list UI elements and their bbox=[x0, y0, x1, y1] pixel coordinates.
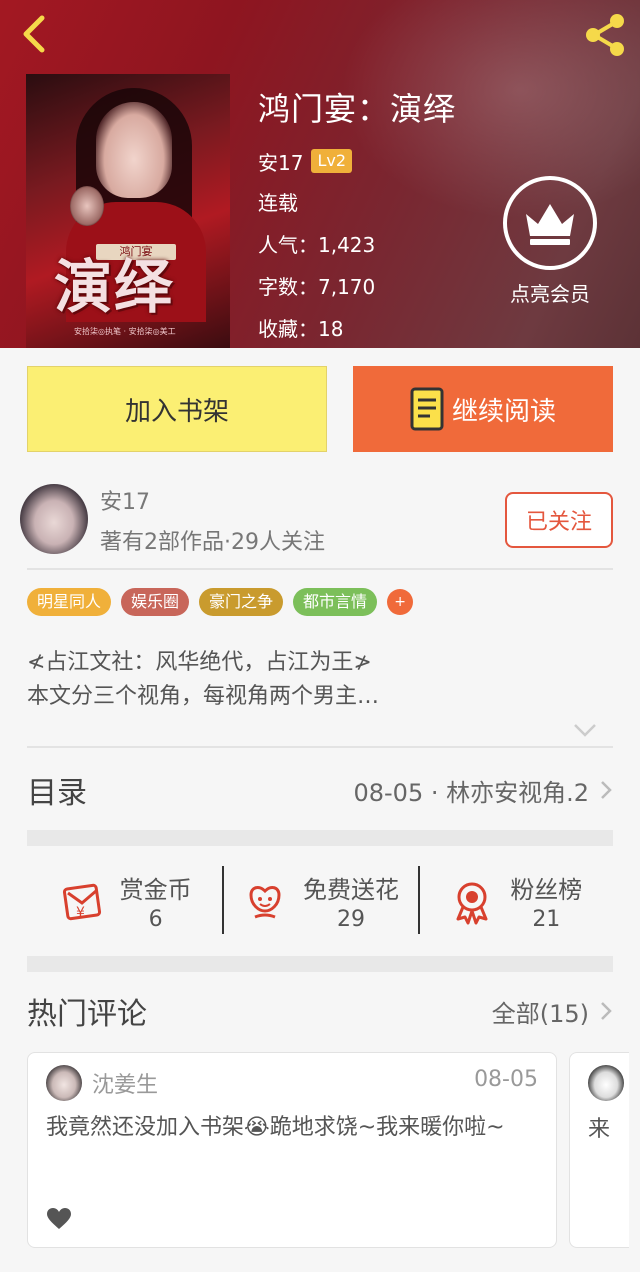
comment-date: 08-05 bbox=[474, 1067, 538, 1092]
popularity-count: 人气：1,423 bbox=[258, 233, 376, 257]
comment-text: 我竟然还没加入书架😭跪地求饶~我来暖你啦~ bbox=[46, 1115, 505, 1140]
author-name-link[interactable]: 安17 bbox=[258, 147, 303, 176]
continue-reading-label: 继续阅读 bbox=[451, 396, 556, 427]
section-separator bbox=[27, 956, 613, 972]
book-status: 连载 bbox=[258, 191, 298, 215]
book-title: 鸿门宴：演绎 bbox=[258, 90, 457, 128]
crown-badge bbox=[503, 176, 597, 270]
reward-coins-button[interactable]: ¥ 赏金币 6 bbox=[27, 846, 222, 956]
hot-comments-header: 热门评论 全部(15) bbox=[27, 986, 613, 1036]
tag-item[interactable]: 都市言情 bbox=[293, 588, 378, 616]
divider bbox=[27, 746, 613, 748]
author-stats: 著有2部作品·29人关注 bbox=[100, 530, 325, 555]
medal-icon bbox=[456, 882, 488, 925]
author-avatar[interactable] bbox=[20, 484, 88, 554]
table-of-contents-row[interactable]: 目录 08-05 · 林亦安视角.2 bbox=[27, 762, 613, 818]
tag-item[interactable]: 娱乐圈 bbox=[121, 588, 190, 616]
cover-small-face bbox=[70, 186, 104, 226]
stat-label: 粉丝榜 bbox=[510, 876, 583, 904]
add-to-shelf-button[interactable]: 加入书架 bbox=[27, 366, 327, 452]
tag-item[interactable]: 明星同人 bbox=[27, 588, 112, 616]
vip-button[interactable]: 点亮会员 bbox=[503, 176, 597, 307]
free-flower-button[interactable]: 免费送花 29 bbox=[222, 846, 417, 956]
red-envelope-icon: ¥ bbox=[62, 883, 101, 921]
favorites-count: 收藏：18 bbox=[258, 317, 344, 341]
tag-list: 明星同人 娱乐圈 豪门之争 都市言情 + bbox=[27, 588, 414, 616]
more-tags-button[interactable]: + bbox=[387, 589, 414, 615]
description-line: ≮占江文社：风华绝代，占江为王≯ bbox=[27, 650, 372, 675]
chevron-right-icon bbox=[601, 1002, 612, 1020]
divider bbox=[27, 568, 613, 570]
stat-label: 赏金币 bbox=[119, 876, 192, 904]
book-description[interactable]: ≮占江文社：风华绝代，占江为王≯ 本文分三个视角，每视角两个男主… bbox=[27, 646, 617, 714]
expand-chevron-icon[interactable] bbox=[572, 720, 598, 740]
all-comments-link[interactable]: 全部(15) bbox=[492, 994, 613, 1029]
reward-stats: ¥ 赏金币 6 免费送花 29 粉丝榜 21 bbox=[27, 846, 613, 956]
author-row: 安17 Lv2 bbox=[258, 146, 456, 176]
word-count: 字数：7,170 bbox=[258, 275, 376, 299]
crown-icon bbox=[526, 204, 574, 245]
all-comments-label: 全部(15) bbox=[491, 999, 589, 1028]
back-arrow-icon bbox=[23, 15, 45, 53]
commenter-name: 沈姜生 bbox=[92, 1073, 159, 1098]
author-card[interactable]: 安17 著有2部作品·29人关注 已关注 bbox=[0, 474, 640, 568]
fans-ranking-button[interactable]: 粉丝榜 21 bbox=[417, 846, 613, 956]
hot-comments-title: 热门评论 bbox=[27, 997, 147, 1032]
stat-value: 6 bbox=[148, 907, 163, 932]
share-button[interactable] bbox=[582, 12, 628, 58]
stat-value: 29 bbox=[336, 907, 365, 932]
commenter-avatar[interactable] bbox=[46, 1065, 82, 1101]
comment-text: 来 bbox=[588, 1117, 611, 1142]
description-line: 本文分三个视角，每视角两个男主… bbox=[27, 684, 380, 709]
author-card-name: 安17 bbox=[100, 490, 150, 515]
cover-face bbox=[96, 102, 172, 198]
continue-reading-button[interactable]: 继续阅读 bbox=[353, 366, 613, 452]
toc-title: 目录 bbox=[27, 776, 87, 811]
vip-label: 点亮会员 bbox=[510, 282, 590, 306]
follow-button[interactable]: 已关注 bbox=[505, 492, 613, 548]
section-separator bbox=[27, 830, 613, 846]
stat-value: 21 bbox=[532, 907, 561, 932]
back-button[interactable] bbox=[14, 12, 58, 56]
book-icon bbox=[410, 387, 444, 431]
book-info: 鸿门宴：演绎 安17 Lv2 连载 人气：1,423 字数：7,170 收藏：1… bbox=[258, 84, 456, 348]
cover-title-art: 演绎 bbox=[54, 253, 175, 321]
svg-text:¥: ¥ bbox=[76, 905, 85, 921]
book-header: 鸿门宴 演绎 安拾柒◎执笔 · 安拾柒◎美工 鸿门宴：演绎 安17 Lv2 连载… bbox=[0, 0, 640, 348]
comment-card[interactable]: 来 bbox=[569, 1052, 629, 1248]
toc-latest-chapter: 08-05 · 林亦安视角.2 bbox=[353, 773, 613, 808]
book-cover[interactable]: 鸿门宴 演绎 安拾柒◎执笔 · 安拾柒◎美工 bbox=[26, 74, 230, 348]
commenter-avatar[interactable] bbox=[588, 1065, 624, 1101]
tag-item[interactable]: 豪门之争 bbox=[199, 588, 284, 616]
heart-icon[interactable] bbox=[46, 1207, 72, 1231]
flower-icon bbox=[249, 886, 281, 919]
cover-credit: 安拾柒◎执笔 · 安拾柒◎美工 bbox=[74, 327, 176, 336]
comment-card[interactable]: 沈姜生 08-05 我竟然还没加入书架😭跪地求饶~我来暖你啦~ bbox=[27, 1052, 557, 1248]
add-to-shelf-label: 加入书架 bbox=[124, 396, 229, 427]
chevron-right-icon bbox=[601, 781, 612, 799]
share-icon bbox=[586, 14, 624, 56]
latest-chapter-label: 08-05 · 林亦安视角.2 bbox=[353, 778, 589, 807]
level-badge: Lv2 bbox=[311, 149, 353, 173]
stat-label: 免费送花 bbox=[302, 876, 399, 904]
